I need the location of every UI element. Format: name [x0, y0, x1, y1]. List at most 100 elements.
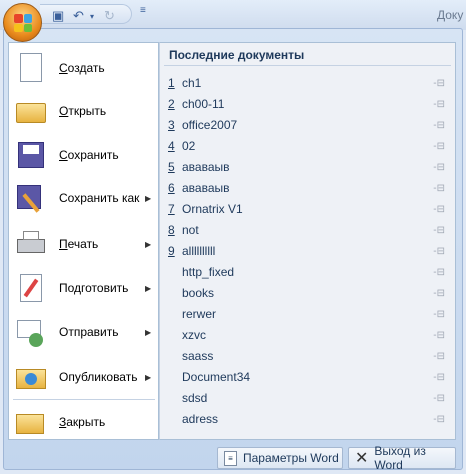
- exit-word-button[interactable]: ✕ Выход из Word: [348, 444, 456, 472]
- recent-document-number: 7: [168, 202, 175, 216]
- submenu-arrow-icon: ▶: [145, 372, 152, 382]
- recent-document-number: 3: [168, 118, 175, 132]
- save-icon: [15, 139, 47, 171]
- recent-document-number: 8: [168, 223, 175, 237]
- recent-documents-heading: Последние документы: [169, 48, 305, 62]
- pin-icon[interactable]: -⊟: [433, 246, 445, 257]
- word-options-label: Параметры Word: [243, 451, 339, 465]
- recent-document-name: saass: [182, 349, 214, 363]
- pin-icon[interactable]: -⊟: [433, 372, 445, 383]
- menu-item-3[interactable]: Сохранить: [9, 135, 158, 175]
- submenu-arrow-icon: ▶: [145, 239, 152, 249]
- menu-item-label: Сохранить как: [59, 191, 140, 205]
- word-options-button[interactable]: ≡ Параметры Word: [217, 447, 343, 469]
- open-folder-icon: [15, 95, 47, 127]
- office-logo-icon: [14, 14, 32, 32]
- recent-document-item[interactable]: 9 allllllllll -⊟: [160, 241, 455, 261]
- customize-icon[interactable]: ≡: [140, 5, 146, 16]
- recent-document-number: 4: [168, 139, 175, 153]
- submenu-arrow-icon: ▶: [145, 327, 152, 337]
- recent-document-item[interactable]: 6 ававаыв -⊟: [160, 178, 455, 198]
- menu-item-1[interactable]: Создать: [9, 48, 158, 88]
- menu-item-4[interactable]: Сохранить как ▶: [9, 178, 158, 218]
- pin-icon[interactable]: -⊟: [433, 414, 445, 425]
- recent-document-item[interactable]: 7 Ornatrix V1 -⊟: [160, 199, 455, 219]
- pin-icon[interactable]: -⊟: [433, 288, 445, 299]
- recent-document-item[interactable]: 3 office2007 -⊟: [160, 115, 455, 135]
- title-bar: ▣ ↶ ▾ ↻ ≡ Доку: [0, 0, 466, 30]
- recent-document-name: ававаыв: [182, 181, 230, 195]
- pin-icon[interactable]: -⊟: [433, 309, 445, 320]
- recent-document-item[interactable]: sdsd -⊟: [160, 388, 455, 408]
- recent-document-name: books: [182, 286, 215, 300]
- recent-document-item[interactable]: 1 ch1 -⊟: [160, 73, 455, 93]
- recent-document-item[interactable]: Document34 -⊟: [160, 367, 455, 387]
- recent-documents-panel: Последние документы 1 ch1 -⊟ 2 ch00-11 -⊟ 3 off…: [159, 42, 456, 440]
- save-as-icon: [15, 182, 47, 214]
- recent-document-name: ch00-11: [182, 97, 225, 111]
- recent-document-name: allllllllll: [182, 244, 216, 258]
- close-icon: ✕: [355, 450, 369, 467]
- recent-document-item[interactable]: saass -⊟: [160, 346, 455, 366]
- pin-icon[interactable]: -⊟: [433, 225, 445, 236]
- menu-item-label: Печать: [59, 237, 99, 251]
- recent-document-name: Document34: [182, 370, 251, 384]
- undo-icon[interactable]: ↶: [73, 8, 84, 24]
- recent-document-number: 9: [168, 244, 175, 258]
- recent-document-item[interactable]: 5 ававаыв -⊟: [160, 157, 455, 177]
- exit-word-label: Выход из Word: [374, 444, 426, 472]
- submenu-arrow-icon: ▶: [145, 283, 152, 293]
- recent-document-item[interactable]: adress -⊟: [160, 409, 455, 429]
- recent-document-name: not: [182, 223, 199, 237]
- office-button[interactable]: [3, 3, 42, 42]
- pin-icon[interactable]: -⊟: [433, 99, 445, 110]
- menu-item-5[interactable]: Печать ▶: [9, 224, 158, 264]
- undo-dropdown-icon[interactable]: ▾: [90, 12, 94, 21]
- recent-document-item[interactable]: http_fixed -⊟: [160, 262, 455, 282]
- recent-document-number: 5: [168, 160, 175, 174]
- recent-document-item[interactable]: 2 ch00-11 -⊟: [160, 94, 455, 114]
- pin-icon[interactable]: -⊟: [433, 393, 445, 404]
- save-icon[interactable]: ▣: [52, 8, 64, 24]
- submenu-arrow-icon: ▶: [145, 193, 152, 203]
- menu-item-7[interactable]: Отправить ▶: [9, 312, 158, 352]
- recent-document-item[interactable]: 4 02 -⊟: [160, 136, 455, 156]
- recent-document-name: Ornatrix V1: [182, 202, 243, 216]
- recent-document-item[interactable]: rerwer -⊟: [160, 304, 455, 324]
- recent-document-name: ch1: [182, 76, 202, 90]
- recent-document-item[interactable]: books -⊟: [160, 283, 455, 303]
- recent-document-name: 02: [182, 139, 196, 153]
- recent-document-name: http_fixed: [182, 265, 235, 279]
- pin-icon[interactable]: -⊟: [433, 351, 445, 362]
- recent-document-name: adress: [182, 412, 219, 426]
- menu-item-9[interactable]: Закрыть: [9, 402, 158, 442]
- recent-document-number: 1: [168, 76, 175, 90]
- pin-icon[interactable]: -⊟: [433, 330, 445, 341]
- quick-access-toolbar: ▣ ↶ ▾ ↻: [40, 4, 132, 24]
- menu-item-2[interactable]: Открыть: [9, 91, 158, 131]
- recent-document-name: xzvc: [182, 328, 206, 342]
- menu-item-label: Отправить: [59, 325, 119, 339]
- divider: [164, 65, 451, 66]
- recent-document-item[interactable]: xzvc -⊟: [160, 325, 455, 345]
- pin-icon[interactable]: -⊟: [433, 78, 445, 89]
- recent-document-item[interactable]: 8 not -⊟: [160, 220, 455, 240]
- pin-icon[interactable]: -⊟: [433, 141, 445, 152]
- redo-icon[interactable]: ↻: [104, 8, 115, 24]
- menu-item-label: Сохранить: [59, 148, 119, 162]
- recent-document-number: 6: [168, 181, 175, 195]
- pin-icon[interactable]: -⊟: [433, 162, 445, 173]
- send-icon: [15, 316, 47, 348]
- recent-document-number: 2: [168, 97, 175, 111]
- menu-item-label: Опубликовать: [59, 370, 138, 384]
- menu-item-8[interactable]: Опубликовать ▶: [9, 357, 158, 397]
- menu-commands: Создать Открыть Сохранить Сохранить как ▶ Печ…: [8, 42, 159, 440]
- pin-icon[interactable]: -⊟: [433, 204, 445, 215]
- menu-item-6[interactable]: Подготовить ▶: [9, 268, 158, 308]
- pin-icon[interactable]: -⊟: [433, 120, 445, 131]
- divider: [13, 399, 155, 400]
- pin-icon[interactable]: -⊟: [433, 183, 445, 194]
- pin-icon[interactable]: -⊟: [433, 267, 445, 278]
- close-folder-icon: [15, 406, 47, 438]
- new-document-icon: [15, 52, 47, 84]
